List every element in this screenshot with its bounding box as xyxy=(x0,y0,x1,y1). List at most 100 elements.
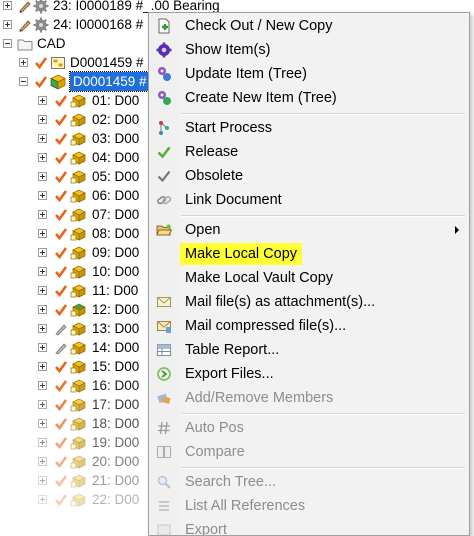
expand-toggle[interactable] xyxy=(38,343,47,352)
expand-toggle[interactable] xyxy=(19,58,28,67)
part-icon xyxy=(70,94,86,108)
checkmark-icon xyxy=(55,114,68,127)
expand-toggle[interactable] xyxy=(38,305,47,314)
menu-separator xyxy=(181,215,465,217)
drawing-doc-icon xyxy=(51,57,65,69)
checkmark-icon xyxy=(55,247,68,260)
menu-item-label: Table Report... xyxy=(185,342,280,358)
menu-item-mail-compressed[interactable]: Mail compressed file(s)... xyxy=(151,315,467,337)
checkout-icon xyxy=(158,18,170,34)
menu-item-export-files[interactable]: Export Files... xyxy=(151,363,467,385)
expand-toggle[interactable] xyxy=(38,381,47,390)
checkmark-icon xyxy=(55,152,68,165)
gray-check-icon xyxy=(157,170,171,183)
green-check-icon xyxy=(157,146,171,159)
checkmark-icon xyxy=(55,380,68,393)
expand-toggle[interactable] xyxy=(38,362,47,371)
expand-toggle[interactable] xyxy=(38,267,47,276)
part-icon xyxy=(70,227,86,241)
menu-item-make-local-copy[interactable]: Make Local Copy xyxy=(151,243,467,265)
menu-item-export[interactable]: Export xyxy=(151,519,467,535)
link-icon xyxy=(157,196,172,205)
expand-toggle[interactable] xyxy=(3,20,12,29)
menu-item-label: Search Tree... xyxy=(185,474,277,490)
menu-item-label: Mail compressed file(s)... xyxy=(185,318,347,334)
expand-toggle[interactable] xyxy=(38,324,47,333)
part-icon xyxy=(70,265,86,279)
expand-toggle[interactable] xyxy=(38,115,47,124)
collapse-toggle[interactable] xyxy=(19,77,28,86)
menu-item-release[interactable]: Release xyxy=(151,141,467,163)
menu-item-check-out[interactable]: Check Out / New Copy xyxy=(151,15,467,37)
menu-separator xyxy=(181,467,465,469)
menu-item-label: Compare xyxy=(185,444,245,460)
menu-item-table-report[interactable]: Table Report... xyxy=(151,339,467,361)
menu-item-compare[interactable]: Compare xyxy=(151,441,467,463)
menu-item-label: Update Item (Tree) xyxy=(185,66,307,82)
part-icon xyxy=(70,417,86,431)
create-tree-icon xyxy=(158,91,171,105)
show-items-icon xyxy=(156,42,172,58)
menu-item-label: Make Local Copy xyxy=(180,243,303,265)
hash-icon xyxy=(158,421,170,435)
expand-toggle[interactable] xyxy=(38,210,47,219)
menu-item-start-process[interactable]: Start Process xyxy=(151,117,467,139)
tree-item-label: 15: D00 xyxy=(92,359,140,374)
expand-toggle[interactable] xyxy=(38,495,47,504)
gear-icon xyxy=(33,0,49,14)
part-icon xyxy=(70,322,86,336)
gear-icon xyxy=(33,17,49,33)
checkmark-icon xyxy=(35,57,48,70)
checkmark-icon xyxy=(55,266,68,279)
tree-item-label: 01: D00 xyxy=(92,93,140,108)
tree-item-label: 03: D00 xyxy=(92,131,140,146)
menu-item-add-remove-members[interactable]: Add/Remove Members xyxy=(151,387,467,409)
menu-item-create-new-item-tree[interactable]: Create New Item (Tree) xyxy=(151,87,467,109)
references-icon xyxy=(159,501,169,511)
menu-item-list-all-references[interactable]: List All References xyxy=(151,495,467,517)
expand-toggle[interactable] xyxy=(38,419,47,428)
checkmark-icon xyxy=(55,494,68,507)
table-icon xyxy=(157,344,171,356)
menu-item-search-tree[interactable]: Search Tree... xyxy=(151,471,467,493)
expand-toggle[interactable] xyxy=(38,286,47,295)
checkmark-icon xyxy=(55,399,68,412)
menu-item-make-local-vault-copy[interactable]: Make Local Vault Copy xyxy=(151,267,467,289)
menu-item-show-items[interactable]: Show Item(s) xyxy=(151,39,467,61)
menu-item-update-item-tree[interactable]: Update Item (Tree) xyxy=(151,63,467,85)
expand-toggle[interactable] xyxy=(38,457,47,466)
expand-toggle[interactable] xyxy=(38,400,47,409)
expand-toggle[interactable] xyxy=(38,96,47,105)
menu-item-auto-pos[interactable]: Auto Pos xyxy=(151,417,467,439)
menu-item-obsolete[interactable]: Obsolete xyxy=(151,165,467,187)
expand-toggle[interactable] xyxy=(38,153,47,162)
tree-item-label: CAD xyxy=(37,36,66,51)
tree-item-label: 02: D00 xyxy=(92,112,140,127)
expand-toggle[interactable] xyxy=(38,191,47,200)
tree-item-label: 14: D00 xyxy=(92,340,140,355)
part-icon xyxy=(70,379,86,393)
tree-item-label: 05: D00 xyxy=(92,169,140,184)
part-icon xyxy=(70,474,86,488)
expand-toggle[interactable] xyxy=(38,438,47,447)
pencil-icon xyxy=(55,343,67,355)
expand-toggle[interactable] xyxy=(3,1,12,10)
menu-separator xyxy=(181,113,465,115)
expand-toggle[interactable] xyxy=(38,134,47,143)
menu-item-link-document[interactable]: Link Document xyxy=(151,189,467,211)
menu-item-label: Obsolete xyxy=(185,168,244,184)
menu-item-open[interactable]: Open xyxy=(151,219,467,241)
menu-item-label: Mail file(s) as attachment(s)... xyxy=(185,294,376,310)
menu-item-label: Link Document xyxy=(185,192,282,208)
checkmark-icon xyxy=(55,456,68,469)
checkmark-icon xyxy=(55,418,68,431)
expand-toggle[interactable] xyxy=(38,229,47,238)
collapse-toggle[interactable] xyxy=(3,39,12,48)
expand-toggle[interactable] xyxy=(38,248,47,257)
expand-toggle[interactable] xyxy=(38,172,47,181)
part-icon xyxy=(70,455,86,469)
menu-item-mail-attachments[interactable]: Mail file(s) as attachment(s)... xyxy=(151,291,467,313)
menu-item-label: Add/Remove Members xyxy=(185,390,334,406)
part-icon xyxy=(70,360,86,374)
expand-toggle[interactable] xyxy=(38,476,47,485)
